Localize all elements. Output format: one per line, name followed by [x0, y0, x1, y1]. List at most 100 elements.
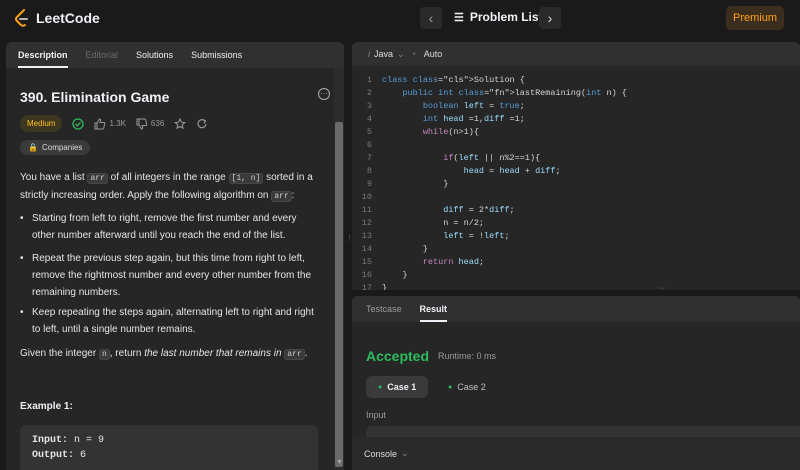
code-line[interactable]: 9 } [352, 178, 800, 191]
code-line[interactable]: 12 n = n/2; [352, 217, 800, 230]
code-line[interactable]: 11 diff = 2*diff; [352, 204, 800, 217]
description-tabs: Description Editorial Solutions Submissi… [6, 42, 344, 68]
difficulty-badge: Medium [20, 115, 63, 132]
pass-dot-icon: ● [448, 383, 453, 391]
code-line[interactable]: 10 [352, 191, 800, 204]
logo[interactable]: LeetCode [14, 9, 100, 27]
line-number: 13 [361, 231, 372, 241]
code-line[interactable]: 14 } [352, 243, 800, 256]
dislike-button[interactable]: 636 [136, 118, 164, 130]
result-status: Accepted [366, 348, 430, 364]
code-line[interactable]: 6 [352, 139, 800, 152]
code-text: if(left || n%2==1){ [443, 153, 541, 163]
tab-solutions[interactable]: Solutions [136, 42, 173, 68]
runtime-text: Runtime: 0 ms [438, 351, 497, 361]
tab-editorial[interactable]: Editorial [86, 42, 119, 68]
inline-code: arr [87, 173, 108, 184]
desc-text: You have a list [20, 172, 88, 183]
share-icon[interactable] [196, 118, 208, 130]
line-number: 9 [366, 179, 372, 189]
dislikes-count: 636 [150, 119, 165, 128]
toolbar-separator: • [412, 49, 416, 59]
favorite-star-icon[interactable] [174, 117, 187, 130]
code-line[interactable]: 1 class class="cls">Solution { [352, 74, 800, 87]
description-scrollbar[interactable]: ▼ [334, 68, 344, 470]
top-bar: LeetCode ‹ ☰ Problem List › Premium [0, 0, 800, 36]
case-2-label: Case 2 [457, 382, 486, 392]
language-select[interactable]: i Java ⌄ [368, 49, 405, 60]
premium-button[interactable]: Premium [726, 6, 784, 30]
case-1-button[interactable]: ● Case 1 [366, 376, 429, 398]
scrollbar-thumb[interactable] [335, 122, 343, 467]
next-problem-button[interactable]: › [539, 7, 561, 29]
thumbs-up-icon [94, 117, 106, 129]
drag-handle-icon: ··· [658, 285, 665, 292]
chevron-down-icon: ⌄ [401, 448, 409, 458]
line-number: 10 [361, 192, 372, 202]
console-toggle[interactable]: Console ⌄ [352, 437, 800, 470]
example-output-value: 6 [74, 450, 87, 461]
likes-count: 1.3K [109, 119, 126, 128]
inline-code: [1, n] [228, 173, 264, 184]
code-line[interactable]: 4 int head =1,diff =1; [352, 113, 800, 126]
problem-list-button[interactable]: ☰ Problem List [454, 10, 543, 24]
like-button[interactable]: 1.3K [94, 117, 126, 130]
code-line[interactable]: 16 } [352, 269, 800, 282]
list-icon: ☰ [454, 11, 464, 24]
editor-toolbar: i Java ⌄ • Auto [352, 42, 800, 66]
mode-label[interactable]: Auto [424, 49, 443, 59]
desc-text: , return [109, 348, 145, 359]
tab-submissions[interactable]: Submissions [191, 42, 242, 68]
problem-description: You have a list arr of all integers in t… [20, 169, 316, 205]
code-line[interactable]: 5 while(n>1){ [352, 126, 800, 139]
code-line[interactable]: 17} [352, 282, 800, 290]
tab-result[interactable]: Result [419, 296, 447, 322]
language-icon: i [368, 49, 370, 59]
chevron-right-icon: › [547, 10, 553, 26]
result-tabs: Testcase Result [352, 296, 800, 322]
line-number: 6 [366, 140, 372, 150]
code-text: n = n/2; [382, 218, 485, 228]
line-number: 4 [366, 114, 372, 124]
case-2-button[interactable]: ● Case 2 [436, 376, 498, 398]
inline-code: arr [271, 191, 292, 202]
code-text: boolean left = true; [422, 101, 525, 111]
problem-meta: Medium 1.3K 636 [20, 115, 208, 132]
desc-text: . [304, 348, 308, 359]
language-label: Java [374, 49, 394, 59]
code-line[interactable]: 8 head = head + diff; [352, 165, 800, 178]
desc-text: Given the integer [20, 348, 99, 359]
line-number: 16 [361, 270, 372, 280]
chevron-left-icon: ‹ [428, 10, 434, 26]
lock-icon: 🔒 [28, 143, 38, 152]
inline-code: arr [284, 349, 305, 360]
problem-title: 390. Elimination Game [20, 89, 170, 105]
companies-tag[interactable]: 🔒 Companies [20, 140, 91, 155]
example-output-label: Output: [32, 450, 75, 461]
code-text: left = !left; [443, 231, 510, 241]
code-line[interactable]: 3 boolean left = true; [352, 100, 800, 113]
scroll-down-arrow-icon[interactable]: ▼ [336, 459, 343, 466]
more-options-icon[interactable]: ··· [318, 88, 330, 100]
vertical-resize-handle[interactable]: ⋮ [344, 42, 353, 470]
code-line[interactable]: 7 if(left || n%2==1){ [352, 152, 800, 165]
problem-task: Given the integer n, return the last num… [20, 345, 316, 363]
code-text: class class="cls">Solution { [382, 75, 525, 85]
code-line[interactable]: 15 return head; [352, 256, 800, 269]
line-number: 5 [366, 127, 372, 137]
leetcode-logo-icon [15, 9, 28, 27]
line-number: 2 [366, 88, 372, 98]
desc-text: of all integers in the range [107, 172, 229, 183]
code-text: while(n>1){ [422, 127, 479, 137]
code-line[interactable]: 2 public int class="fn">lastRemaining(in… [352, 87, 800, 100]
tab-testcase[interactable]: Testcase [366, 296, 402, 322]
inline-code: n [98, 349, 110, 360]
line-number: 1 [366, 75, 372, 85]
input-label: Input [366, 410, 387, 420]
code-line[interactable]: 13 left = !left; [352, 230, 800, 243]
tab-description[interactable]: Description [18, 42, 68, 68]
code-text: int head =1,diff =1; [422, 114, 525, 124]
prev-problem-button[interactable]: ‹ [420, 7, 442, 29]
code-area[interactable]: 1 class class="cls">Solution { 2 public in… [352, 74, 800, 290]
chevron-down-icon: ⌄ [397, 48, 405, 59]
